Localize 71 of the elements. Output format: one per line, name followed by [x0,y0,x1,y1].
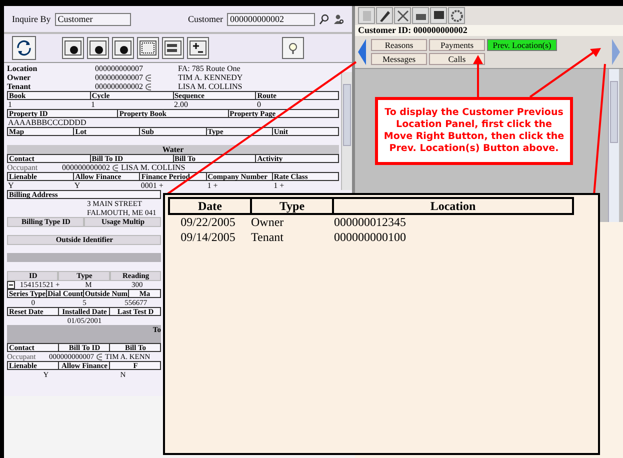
table-cell-text: 09/14/2005 [180,230,236,245]
refresh-icon [15,39,33,57]
tab-button[interactable]: Messages [371,53,427,65]
field-value: 1 [90,100,95,108]
search-icon[interactable] [319,14,329,24]
field-value: AAAABBBCCCDDDD [7,118,88,126]
field-value: 1 [7,100,13,108]
toolbar-button[interactable] [187,37,209,59]
cross-icon [396,8,410,22]
field-value: 000000000002 [62,163,110,172]
column-header: Type [250,199,332,213]
field-value: 0 [256,100,262,108]
field-value: 1 + [272,182,286,190]
table-cell-text: 000000012345 [333,215,407,230]
field-label: Inquire By [12,14,51,24]
field-value: LISA M. COLLINS [178,82,242,91]
pen-icon [378,8,392,22]
customer-id: Customer ID: 000000000002 [355,25,623,36]
zoom-button[interactable] [282,37,304,59]
toolbar-button[interactable] [62,37,84,59]
magnifier-icon [286,41,300,55]
field-value: 2.00 [173,100,188,108]
field-value: FA: 785 Route One [178,64,240,73]
column-header: Location [332,199,572,213]
field-value: Y [73,182,82,190]
link-icon[interactable] [112,164,119,172]
table-cell-text: 000000000100 [333,230,407,245]
field-value: Y [7,182,15,190]
collapse-icon[interactable] [7,280,15,288]
scrollbar[interactable] [608,69,619,222]
list-icon [164,40,182,56]
plus-minus-icon [189,40,207,56]
tab-button[interactable]: Calls [429,53,485,65]
field-label: Tenant [7,82,32,91]
link-icon[interactable] [96,352,103,360]
table-cell-text: 09/22/2005 [180,215,236,230]
callout-note: To display the Customer Previous Location Panel, first click the Move Right Button, then click the Prev. Location(s) Button above. [375,97,573,165]
field-label: Location [7,64,38,73]
field-value: 000000000007 [95,73,143,82]
column-header: Date [197,199,223,213]
refresh-button[interactable] [12,36,36,60]
field-label: Customer [188,14,223,24]
move-left-button[interactable] [358,39,367,65]
field-label: Occupant [7,163,39,172]
tab-button[interactable]: Payments [429,39,485,51]
table-cell-text: Owner [250,215,285,230]
arrow [473,55,483,97]
section-title: Water [162,145,184,154]
field-value: 0001 + [140,182,164,190]
field-value: 1 + [206,182,218,190]
toolbar-button[interactable] [87,37,109,59]
field-value: LISA M. COLLINS [121,163,186,172]
link-icon[interactable] [145,74,152,82]
toolbar-button[interactable] [376,7,393,24]
field-label: Owner [7,73,32,82]
table-cell-text: Tenant [250,230,284,245]
person-search-icon[interactable] [333,14,344,24]
link-icon[interactable] [145,82,152,90]
tab-button[interactable]: Prev. Location(s) [487,39,557,51]
search-value-field[interactable]: 000000000002 [227,12,315,26]
tab-button[interactable]: Reasons [371,39,427,51]
field-value: 000000000002 [95,82,143,91]
toolbar-button[interactable] [137,37,159,59]
toolbar-button[interactable] [112,37,134,59]
toolbar-button[interactable] [162,37,184,59]
field-value: TIM A. KENNEDY [178,73,243,82]
field-value: 000000000007 [95,64,143,73]
scrollbar[interactable] [341,72,352,190]
toolbar-button[interactable] [430,7,447,24]
arrow [529,48,601,98]
search-type-field[interactable]: Customer [54,12,131,26]
